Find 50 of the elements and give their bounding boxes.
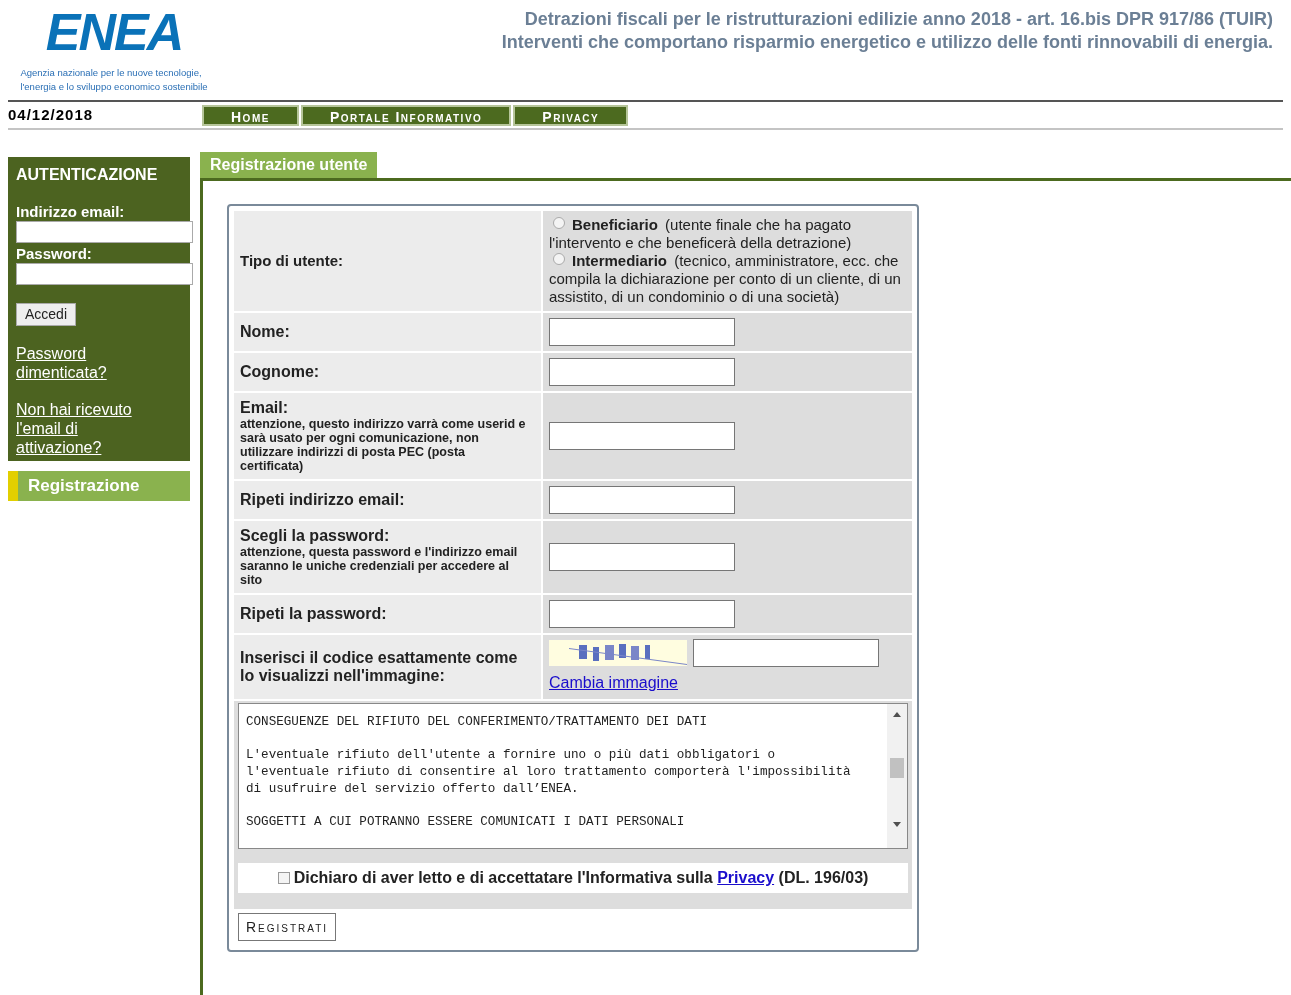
tagline: Agenzia nazionale per le nuove tecnologie, l'energia e lo sviluppo economico sostenibile	[20, 66, 208, 94]
privacy-paragraph: CONSEGUENZE DEL RIFIUTO DEL CONFERIMENTO/TRATTAMENTO DEI DATI	[246, 714, 708, 731]
field-note: attenzione, questo indirizzo varrà come userid e sarà usato per ogni comunicazione, non utilizzare indirizzi di posta PEC (posta certificata)	[240, 417, 527, 473]
nav-link[interactable]: Privacy	[513, 104, 629, 126]
sidebar-link[interactable]: Password dimenticata?	[16, 344, 166, 382]
scroll-thumb[interactable]	[890, 758, 904, 778]
privacy-link[interactable]: Privacy	[717, 869, 775, 886]
password-field[interactable]	[16, 263, 193, 285]
input-field[interactable]	[549, 318, 735, 346]
privacy-paragraph: L'eventuale rifiuto dell'utente a fornire uno o più dati obbligatori o l'eventuale rifiuto di consentire al loro trattamento comporterà l'impossibilità di usufruire del servizio offerto dall’ENEA.	[246, 747, 852, 798]
field-label: Password:	[16, 245, 93, 263]
input-field[interactable]	[549, 358, 735, 386]
field-label: Cognome:	[240, 363, 321, 381]
scroll-up-icon[interactable]	[892, 710, 902, 718]
radio-option[interactable]: Beneficiario (utente finale che ha pagato l'intervento e che beneficerà della detrazione)	[549, 216, 906, 252]
consent-checkbox[interactable]	[277, 872, 290, 884]
panel-title: AUTENTICAZIONE	[16, 165, 159, 185]
field-label: Nome:	[240, 323, 291, 341]
field-label: Scegli la password:	[240, 527, 391, 545]
input-field[interactable]	[549, 543, 735, 571]
page-title: Interventi che comportano risparmio energetico e utilizzo delle fonti rinnovabili di energia.	[501, 31, 1273, 54]
login-button[interactable]: Accedi	[16, 303, 77, 326]
field-label: Tipo di utente:	[240, 251, 344, 269]
date: 04/12/2018	[8, 104, 95, 125]
page-title: Detrazioni fiscali per le ristrutturazioni edilizie anno 2018 - art. 16.bis DPR 917/86 (TUIR)	[524, 8, 1273, 31]
logo: ENEA	[45, 6, 183, 58]
field-label: Ripeti indirizzo email:	[240, 491, 406, 509]
scroll-down-icon[interactable]	[892, 820, 902, 828]
register-button[interactable]: Registrati	[238, 913, 337, 941]
nav-link[interactable]: Portale Informativo	[300, 104, 512, 126]
scrollbar[interactable]	[887, 704, 907, 848]
privacy-textarea[interactable]	[238, 703, 908, 849]
sidebar-link[interactable]: Non hai ricevuto l'email di attivazione?	[16, 400, 166, 457]
field-label: Ripeti la password:	[240, 605, 388, 623]
radio-option[interactable]: Intermediario (tecnico, amministratore, ecc. che compila la dichiarazione per conto di un cliente, di un assistito, di un condominio o di una società)	[549, 252, 906, 306]
input-field[interactable]	[549, 600, 735, 628]
nav-link[interactable]: Home	[202, 104, 299, 126]
field-note: attenzione, questa password e l'indirizzo email saranno le uniche credenziali per accedere al sito	[240, 545, 519, 587]
privacy-paragraph: SOGGETTI A CUI POTRANNO ESSERE COMUNICATI I DATI PERSONALI	[246, 814, 686, 831]
field-label: Email:	[240, 399, 289, 417]
email-field[interactable]	[16, 221, 193, 243]
input-field[interactable]	[549, 422, 735, 450]
input-field[interactable]	[549, 486, 735, 514]
radio-button[interactable]	[553, 217, 565, 229]
field-label: Inserisci il codice esattamente come lo visualizzi nell'immagine:	[240, 649, 519, 685]
captcha-field[interactable]	[693, 639, 879, 667]
radio-button[interactable]	[553, 253, 565, 265]
change-image-link[interactable]: Cambia immagine	[549, 671, 678, 695]
consent-text: Dichiaro di aver letto e di accettatare l'Informativa sulla Privacy (DL. 196/03)	[293, 868, 869, 888]
field-label: Indirizzo email:	[16, 203, 126, 221]
